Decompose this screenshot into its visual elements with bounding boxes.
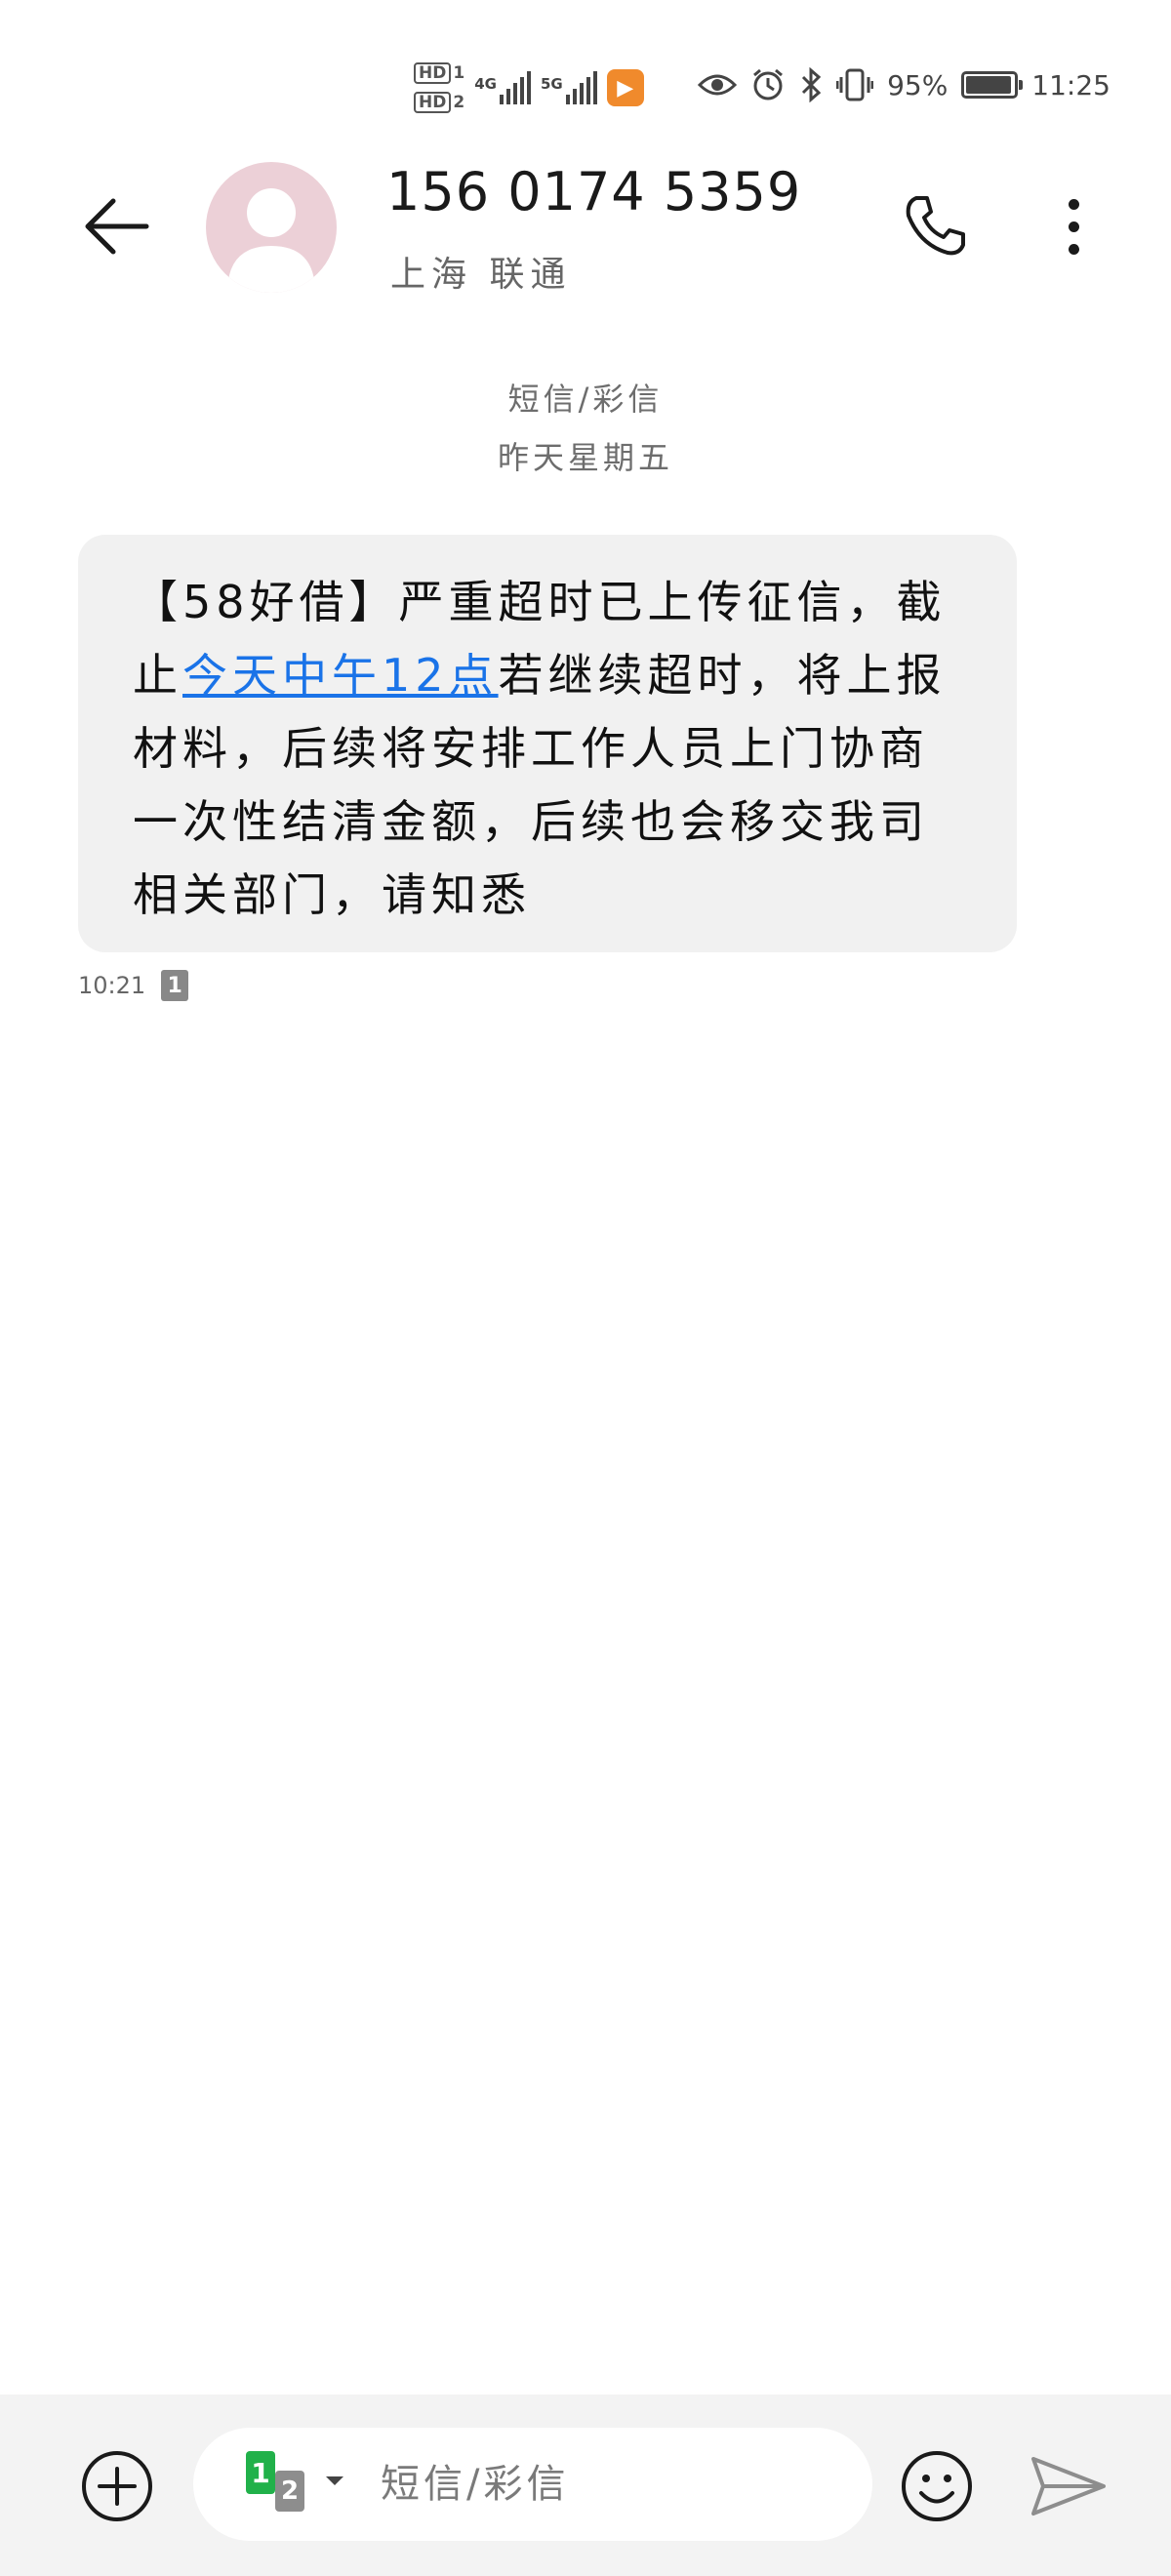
signal-2: 5G (541, 71, 597, 104)
signal-bars-icon (499, 71, 531, 104)
contact-location: 上海 联通 (390, 255, 572, 295)
chevron-down-icon (326, 2476, 343, 2485)
hd-label: HD (414, 62, 452, 84)
contact-number[interactable]: 156 0174 5359 (386, 161, 801, 222)
eye-icon (698, 70, 738, 100)
dot (1068, 198, 1079, 210)
date-divider: 昨天星期五 (497, 439, 673, 476)
message-text: 【58好借】严重超时已上传征信，截止今天中午12点若继续超时，将上报材料，后续将… (133, 566, 962, 932)
back-button[interactable] (76, 185, 158, 267)
hd-indicator-1: HD 1 (414, 62, 464, 84)
sim-2-icon: 2 (275, 2471, 304, 2512)
add-attachment-button[interactable] (78, 2447, 156, 2525)
avatar[interactable] (206, 162, 337, 293)
message-time: 10:21 (78, 972, 146, 999)
battery-percent: 95% (887, 68, 949, 101)
network-type-label: 4G (474, 75, 497, 93)
send-icon (1031, 2457, 1106, 2516)
phone-icon (906, 196, 965, 256)
message-type-label: 短信/彩信 (507, 381, 664, 418)
time-link[interactable]: 今天中午12点 (182, 649, 499, 702)
hd-label: HD (414, 92, 452, 113)
battery-fill (966, 76, 1011, 94)
message-meta: 10:21 1 (78, 970, 189, 1001)
emoji-button[interactable] (898, 2447, 976, 2525)
sim-card-icon: 1 (161, 970, 189, 1001)
person-icon (227, 188, 315, 293)
smiley-icon (902, 2451, 972, 2521)
battery-icon (961, 71, 1024, 99)
status-bar-right: 95% 11:25 (698, 60, 1110, 109)
dot (1068, 243, 1079, 255)
sim-selector[interactable]: 1 2 (246, 2451, 355, 2519)
hd-indicators: HD 1 HD 2 (414, 62, 464, 113)
plus-circle-icon (82, 2451, 152, 2521)
signal-1: 4G (474, 71, 531, 104)
bluetooth-icon (799, 67, 823, 102)
clock: 11:25 (1031, 68, 1110, 101)
more-options-button[interactable] (1054, 187, 1093, 265)
hd-index: 1 (453, 63, 465, 83)
network-type-label: 5G (540, 75, 563, 93)
sim-1-icon: 1 (246, 2451, 275, 2494)
back-arrow-icon (85, 198, 149, 255)
vibrate-icon (836, 67, 874, 102)
message-input[interactable] (381, 2453, 849, 2516)
dot (1068, 221, 1079, 232)
signal-bars-icon (565, 71, 597, 104)
message-bubble[interactable]: 【58好借】严重超时已上传征信，截止今天中午12点若继续超时，将上报材料，后续将… (78, 535, 1017, 952)
call-button[interactable] (896, 187, 974, 265)
alarm-icon (750, 67, 786, 102)
hd-index: 2 (453, 93, 465, 112)
hd-indicator-2: HD 2 (414, 92, 464, 113)
send-button[interactable] (1025, 2447, 1112, 2525)
app-notification-icon: ▶ (606, 69, 644, 106)
status-bar: HD 1 HD 2 4G 5G ▶ 95% 11:25 (0, 0, 1171, 146)
status-bar-left: HD 1 HD 2 4G 5G ▶ (414, 57, 644, 119)
